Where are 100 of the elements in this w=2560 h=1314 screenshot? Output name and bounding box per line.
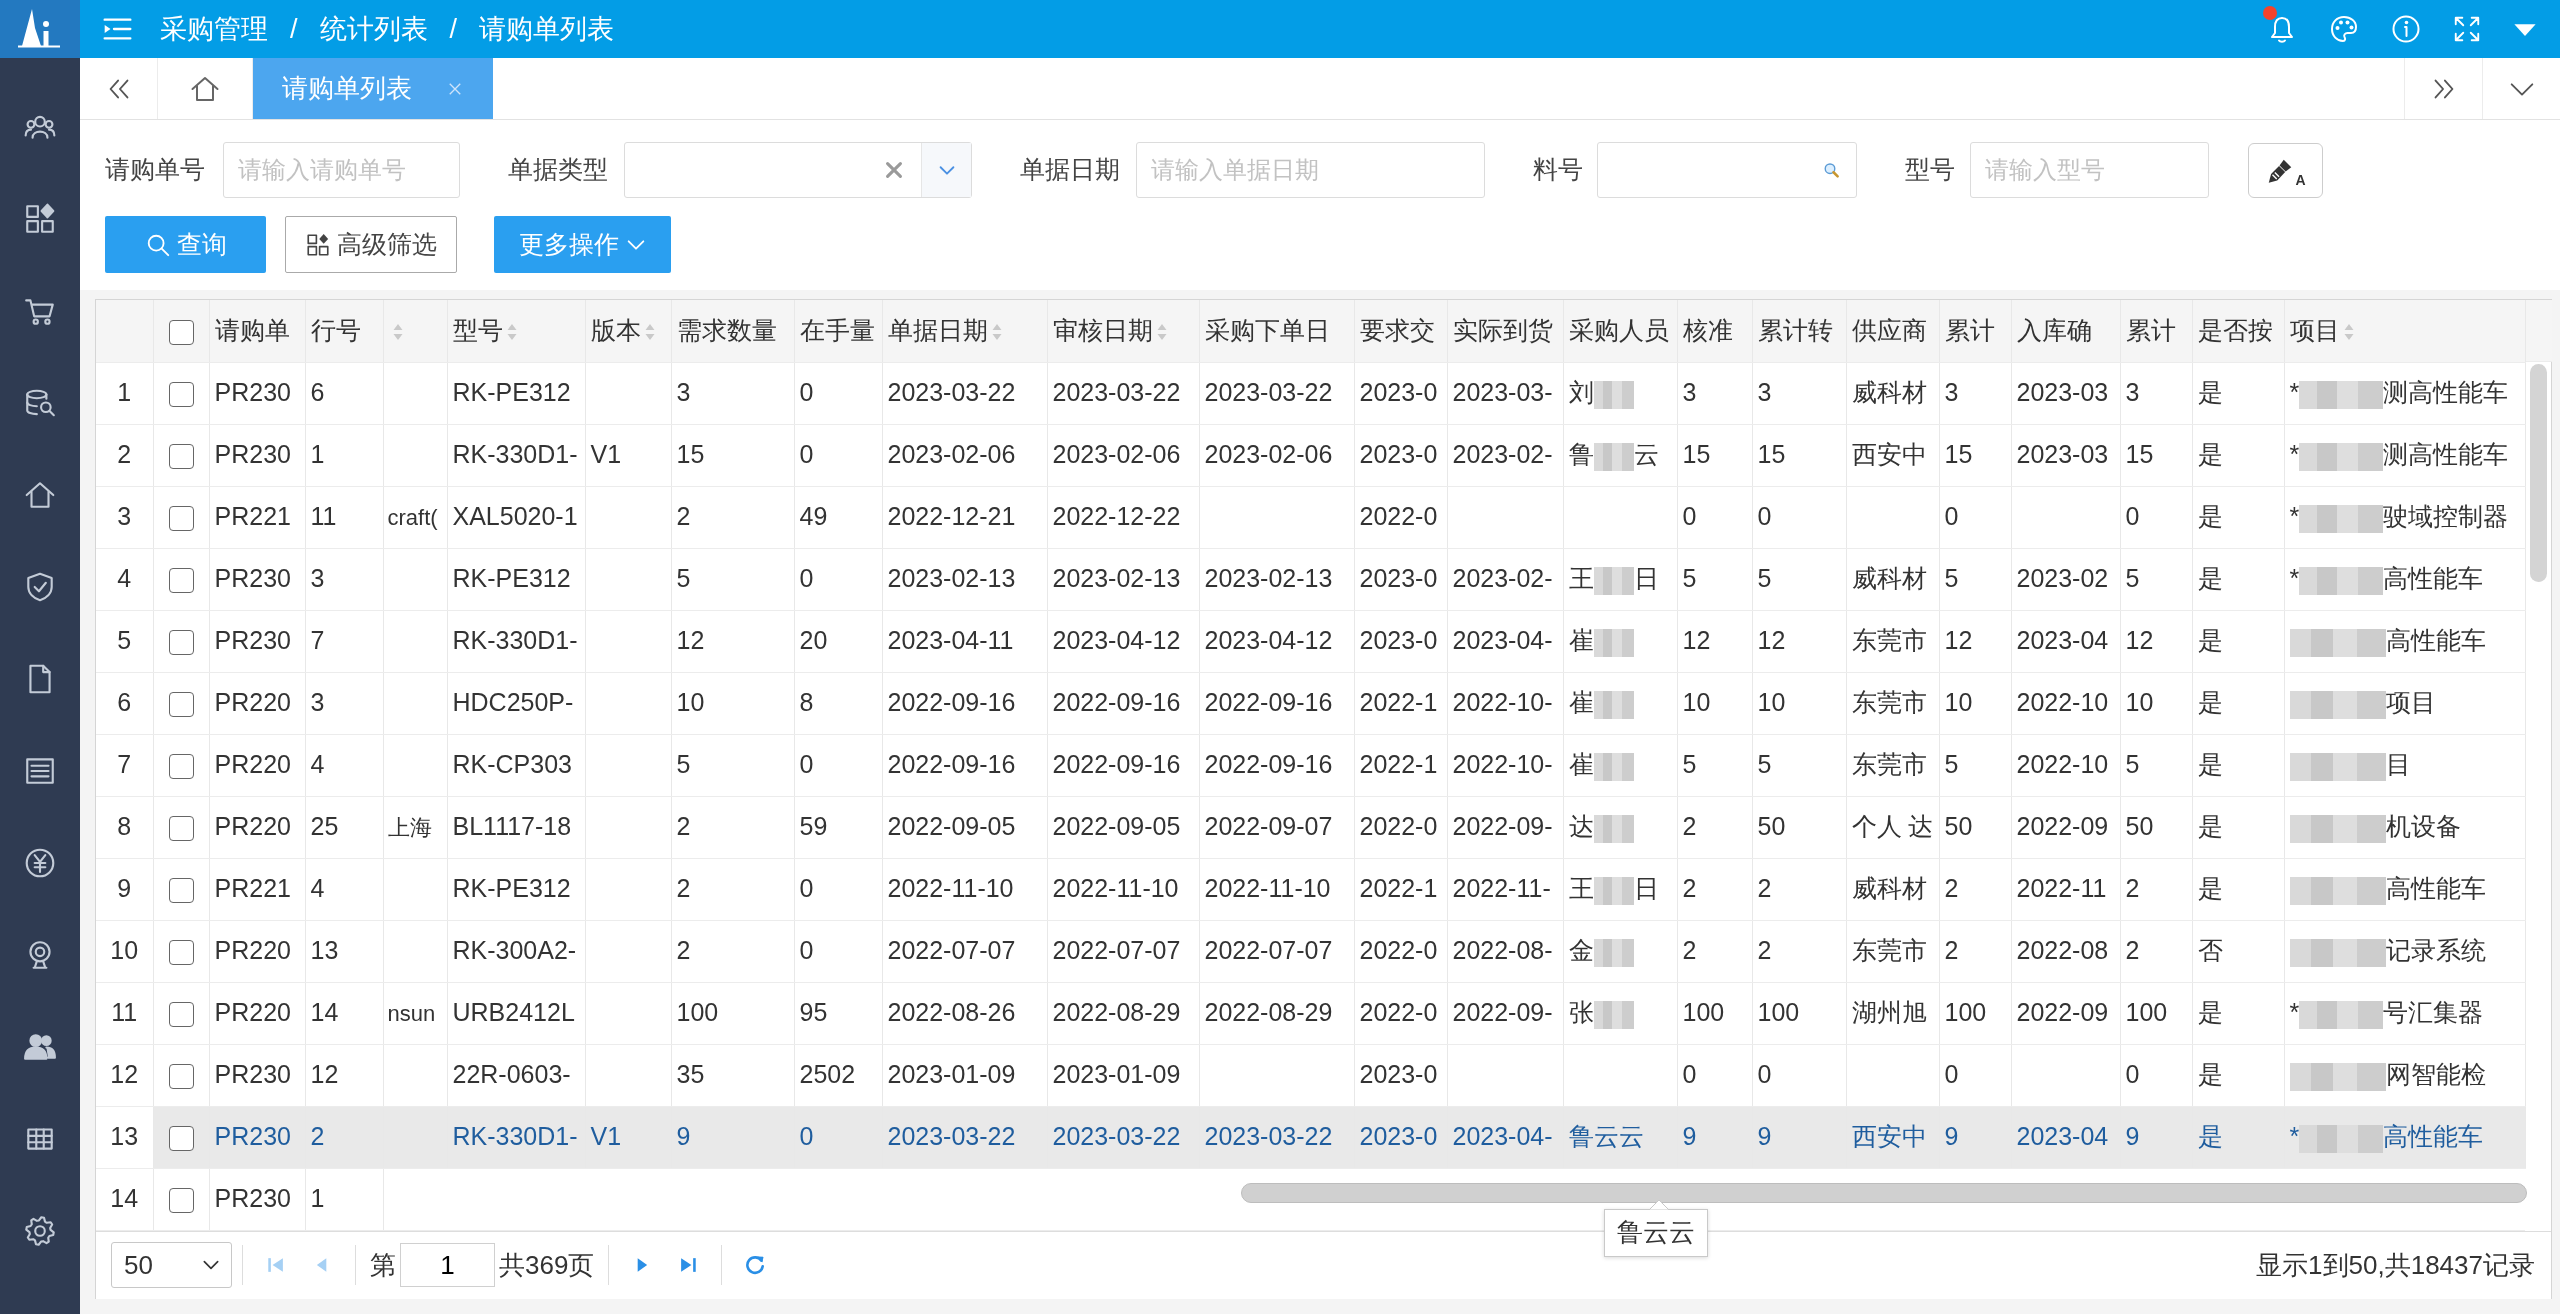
table-cell: 100: [1677, 982, 1752, 1044]
table-cell: 0: [794, 734, 882, 796]
redaction-block: [1593, 752, 1634, 781]
column-header: 入库确: [2016, 316, 2092, 344]
table-cell: 8: [794, 672, 882, 734]
settings-icon[interactable]: [23, 1214, 57, 1248]
column-header: 核准: [1682, 316, 1733, 344]
table-cell: 2023-03-22: [1199, 362, 1354, 424]
table-row[interactable]: 1 PR230 6 RK-PE312 3 0 2023-03-22 2023-03-22 2023-03-22 2023-0 2023-03- 刘 3 3 威科材 3 2023-03 3 是 * 测高性能车: [96, 362, 2525, 424]
table-cell: 2: [1939, 920, 2011, 982]
checkbox[interactable]: [168, 940, 194, 966]
column-header: 行号: [310, 316, 361, 344]
cell-text: *: [2289, 502, 2300, 531]
table-cell: 100: [671, 982, 794, 1044]
input-field[interactable]: 请输入单据日期: [1136, 142, 1485, 198]
fullscreen-icon[interactable]: [2452, 14, 2482, 44]
checkbox[interactable]: [168, 754, 194, 780]
page-size-select[interactable]: 50: [111, 1242, 232, 1288]
table-row[interactable]: 9 PR221 4 RK-PE312 2 0 2022-11-10 2022-11-10 2022-11-10 2022-1 2022-11- 王 日 2 2 威科材 2 2022-11 2 是 高性能车: [96, 858, 2525, 920]
checkbox[interactable]: [168, 568, 194, 594]
table-row[interactable]: 8 PR220 25 上海 BL1117-18 2 59 2022-09-05 2022-09-05 2022-09-07 2022-0 2022-09- 达 2 50 个人 达 50 2022-09 50 是 机设备: [96, 796, 2525, 858]
table-cell: RK-CP303: [447, 734, 585, 796]
table-cell: 威科材: [1846, 858, 1939, 920]
checkbox[interactable]: [168, 319, 194, 345]
yen-icon[interactable]: [23, 846, 57, 880]
table-cell: 2022-09-: [1447, 982, 1563, 1044]
table-cell: 12: [2120, 610, 2192, 672]
column-header: 采购人员: [1568, 316, 1669, 344]
search-field[interactable]: [1597, 142, 1857, 198]
checkbox[interactable]: [168, 1064, 194, 1090]
field-label: 单据类型: [508, 154, 608, 186]
cell-text: 高性能车: [2383, 1122, 2484, 1151]
table-cell: 5: [2120, 734, 2192, 796]
table-cell: 15: [1939, 424, 2011, 486]
select-field[interactable]: [624, 142, 972, 198]
table-cell: 2022-09-16: [1199, 672, 1354, 734]
cell-text: 王: [1568, 874, 1594, 903]
breadcrumb-separator: /: [449, 12, 458, 46]
table-cell: 0: [1677, 486, 1752, 548]
table-cell: 是: [2192, 424, 2284, 486]
info-icon[interactable]: [2390, 13, 2422, 45]
input-field[interactable]: 请输入型号: [1970, 142, 2209, 198]
table-cell: 2022-11-: [1447, 858, 1563, 920]
table-cell: PR230: [209, 610, 305, 672]
table-cell: 2: [305, 1106, 383, 1168]
table-row[interactable]: 5 PR230 7 RK-330D1- 12 20 2023-04-11 2023-04-12 2023-04-12 2023-0 2023-04- 崔 12 12 东莞市 12 2023-04 12 是 高性能车: [96, 610, 2525, 672]
table-cell: 2023-0: [1354, 424, 1447, 486]
table-cell: 西安中: [1846, 424, 1939, 486]
table-cell: 是: [2192, 982, 2284, 1044]
scrollbar-thumb[interactable]: [1240, 1182, 2527, 1203]
table-cell: 25: [305, 796, 383, 858]
table-cell: XAL5020-1: [447, 486, 585, 548]
table-cell: 2: [2120, 858, 2192, 920]
table-cell: 2023-03-22: [882, 1106, 1047, 1168]
table-cell: 2023-0: [1354, 362, 1447, 424]
clear-format-button[interactable]: A: [2248, 142, 2323, 198]
checkbox[interactable]: [168, 692, 194, 718]
checkbox[interactable]: [168, 630, 194, 656]
clear-icon[interactable]: [883, 159, 905, 181]
table-cell: PR230: [209, 548, 305, 610]
table-cell: 2022-12-21: [882, 486, 1047, 548]
row-number: 5: [96, 610, 153, 672]
table-cell: 2022-09: [2011, 796, 2120, 858]
table-row[interactable]: 7 PR220 4 RK-CP303 5 0 2022-09-16 2022-09-16 2022-09-16 2022-1 2022-10- 崔 5 5 东莞市 5 2022-10 5 是 目: [96, 734, 2525, 796]
palette-icon[interactable]: [2328, 13, 2360, 45]
advanced-filter-button[interactable]: 高级筛选: [285, 216, 457, 273]
checkbox[interactable]: [168, 506, 194, 532]
checkbox[interactable]: [168, 1126, 194, 1152]
table-cell: RK-PE312: [447, 548, 585, 610]
page-number-input[interactable]: 1: [400, 1243, 495, 1287]
checkbox[interactable]: [168, 816, 194, 842]
table-row[interactable]: 2 PR230 1 RK-330D1- V1 15 0 2023-02-06 2023-02-06 2023-02-06 2023-0 2023-02- 鲁 云 15 15 西安中 15 2023-03 15 是 * 测高性能车: [96, 424, 2525, 486]
table-row[interactable]: 13 PR230 2 RK-330D1- V1 9 0 2023-03-22 2023-03-22 2023-03-22 2023-0 2023-04- 鲁云云 9 9 西安中 9 2023-04 9 是 * 高性能车: [96, 1106, 2525, 1168]
apps-grid-icon[interactable]: [23, 202, 57, 236]
table-row[interactable]: 10 PR220 13 RK-300A2- 2 0 2022-07-07 2022-07-07 2022-07-07 2022-0 2022-08- 金 2 2 东莞市 2 2022-08 2 否 记录系统: [96, 920, 2525, 982]
table-cell: 2023-03-22: [1199, 1106, 1354, 1168]
table-row[interactable]: 12 PR230 12 22R-0603- 35 2502 2023-01-09 2023-01-09 2023-0 0 0 0 0 是 网智能检: [96, 1044, 2525, 1106]
scrollbar-thumb[interactable]: [2530, 364, 2547, 582]
table-row[interactable]: 3 PR221 11 craft( XAL5020-1 2 49 2022-12-21 2022-12-22 2022-0 0 0 0 0 是 * 驶域控制器: [96, 486, 2525, 548]
cell-text: 鲁: [1568, 440, 1594, 469]
table-cell: 湖州旭: [1846, 982, 1939, 1044]
checkbox[interactable]: [168, 444, 194, 470]
input-field[interactable]: 请输入请购单号: [223, 142, 460, 198]
redaction-block: [1593, 938, 1634, 967]
redaction-block: [1593, 566, 1634, 595]
cell-text: 张: [1568, 998, 1594, 1027]
table-cell: 9: [2120, 1106, 2192, 1168]
checkbox[interactable]: [168, 1188, 194, 1214]
checkbox[interactable]: [168, 1002, 194, 1028]
table-row[interactable]: 4 PR230 3 RK-PE312 5 0 2023-02-13 2023-02-13 2023-02-13 2023-0 2023-02- 王 日 5 5 威科材 5 2023-02 5 是 * 高性能车: [96, 548, 2525, 610]
checkbox[interactable]: [168, 382, 194, 408]
checkbox[interactable]: [168, 878, 194, 904]
cell-text: 崔: [1568, 750, 1594, 779]
table-cell: 2022-0: [1354, 796, 1447, 858]
table-cell: 2022-09: [2011, 982, 2120, 1044]
table-cell: 3: [1752, 362, 1846, 424]
table-cell: 个人 达: [1846, 796, 1939, 858]
table-row[interactable]: 11 PR220 14 nsun URB2412L 100 95 2022-08-26 2022-08-29 2022-08-29 2022-0 2022-09- 张 100 100 湖州旭 100 2022-09 100 是 * 号汇集器: [96, 982, 2525, 1044]
table-row[interactable]: 6 PR220 3 HDC250P- 10 8 2022-09-16 2022-09-16 2022-09-16 2022-1 2022-10- 崔 10 10 东莞市 10 2022-10 10 是 项目: [96, 672, 2525, 734]
table-cell: 东莞市: [1846, 672, 1939, 734]
